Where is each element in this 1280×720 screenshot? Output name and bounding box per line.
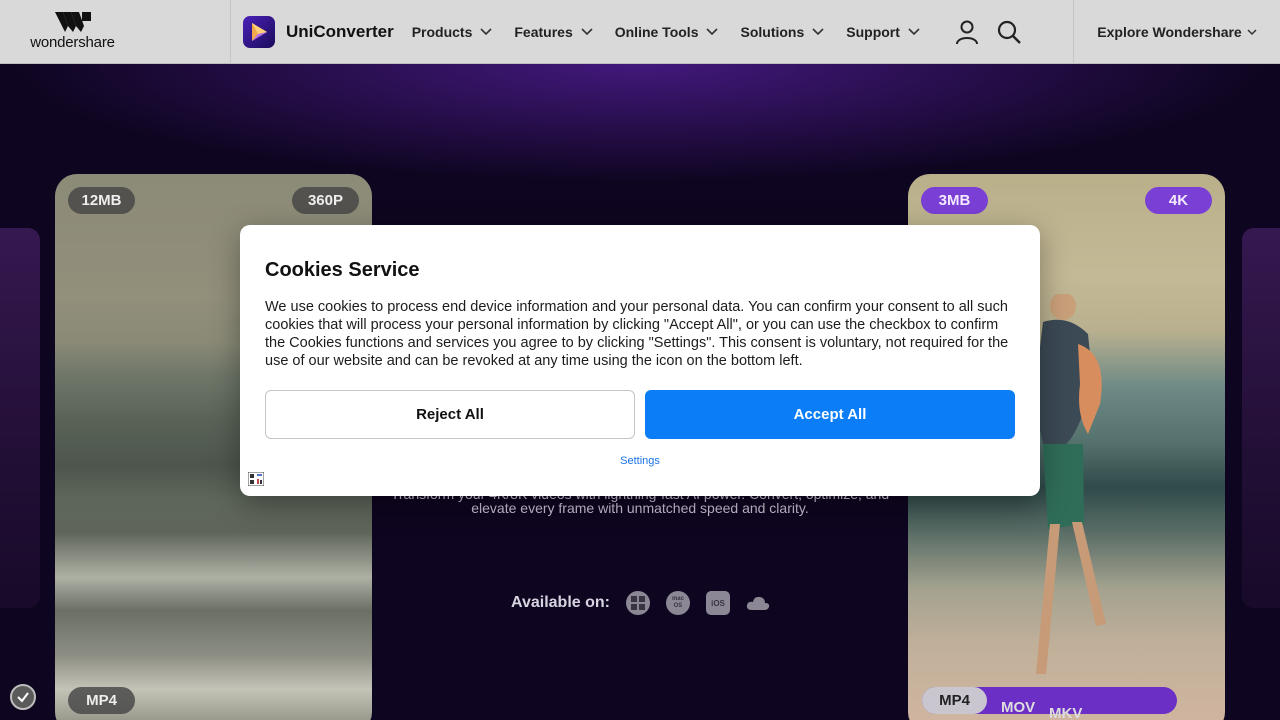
menu-label: Support — [846, 23, 900, 40]
uniconverter-logo-icon — [243, 15, 275, 48]
cookie-consent-dialog: Cookies Service We use cookies to proces… — [240, 225, 1040, 496]
user-icon[interactable] — [954, 19, 980, 45]
menu-products[interactable]: Products — [412, 24, 493, 40]
dialog-body: We use cookies to process end device inf… — [265, 299, 1009, 369]
nav-divider — [230, 0, 231, 64]
menu-label: Features — [514, 23, 573, 40]
menu-support[interactable]: Support — [846, 24, 920, 40]
search-icon[interactable] — [996, 19, 1022, 45]
chevron-down-icon — [1247, 28, 1257, 35]
settings-link[interactable]: Settings — [240, 455, 1040, 467]
chevron-down-icon — [706, 27, 719, 35]
chevron-down-icon — [581, 27, 593, 35]
top-navigation: wondershare UniConverter Products Featur… — [0, 0, 1280, 64]
accept-all-button[interactable]: Accept All — [645, 390, 1015, 439]
explore-wondershare-menu[interactable]: Explore Wondershare — [1073, 0, 1280, 64]
menu-label: Online Tools — [614, 23, 699, 40]
explore-label: Explore Wondershare — [1097, 24, 1242, 40]
chevron-down-icon — [812, 27, 824, 35]
product-name: UniConverter — [286, 21, 394, 41]
chevron-down-icon — [908, 27, 920, 35]
reject-all-button[interactable]: Reject All — [265, 390, 635, 439]
chevron-down-icon — [480, 27, 492, 35]
wondershare-mark-icon — [54, 12, 91, 32]
menu-online-tools[interactable]: Online Tools — [615, 24, 719, 40]
main-menu: Products Features Online Tools Solutions… — [412, 24, 942, 40]
nav-icons — [954, 19, 1038, 45]
uniconverter-product-link[interactable]: UniConverter — [243, 15, 394, 48]
dialog-title: Cookies Service — [265, 259, 420, 281]
wondershare-logo[interactable]: wondershare — [0, 0, 145, 64]
menu-features[interactable]: Features — [514, 23, 593, 40]
cookie-provider-icon — [248, 472, 264, 486]
menu-label: Solutions — [740, 23, 805, 40]
menu-label: Products — [411, 23, 473, 40]
menu-solutions[interactable]: Solutions — [740, 24, 824, 40]
brand-name: wondershare — [30, 34, 115, 51]
